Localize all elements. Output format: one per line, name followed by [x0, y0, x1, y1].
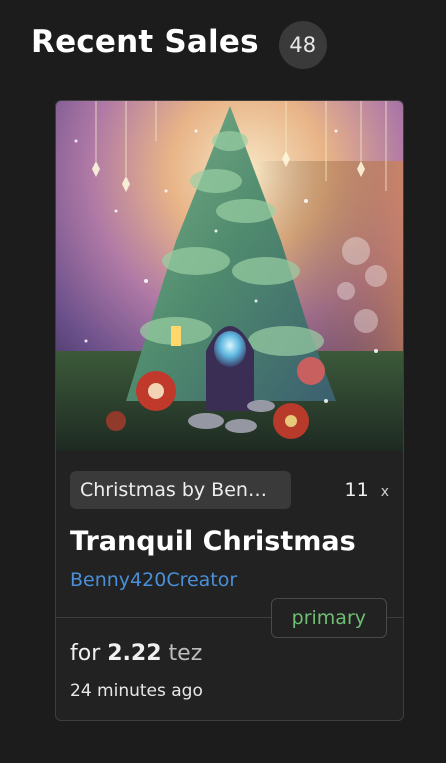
artwork-title[interactable]: Tranquil Christmas — [70, 526, 356, 557]
christmas-tree-artwork — [56, 101, 403, 451]
section-title: Recent Sales — [31, 24, 259, 60]
edition-count: 11 — [344, 479, 369, 501]
price-amount: 2.22 — [107, 641, 162, 666]
artist-link[interactable]: Benny420Creator — [70, 569, 237, 591]
section-header: Recent Sales 48 — [31, 15, 327, 69]
sale-card[interactable]: Christmas by Ben… 11 x Tranquil Christma… — [55, 100, 404, 721]
edition-multiplier: x — [380, 484, 389, 500]
edition-info: 11 x — [345, 479, 389, 501]
price-unit: tez — [168, 641, 203, 666]
collection-chip[interactable]: Christmas by Ben… — [70, 471, 291, 509]
sale-price: for 2.22 tez — [70, 641, 202, 666]
sale-type-badge: primary — [270, 598, 387, 638]
artwork-image[interactable] — [56, 101, 403, 451]
card-meta-row: Christmas by Ben… 11 x — [70, 471, 389, 509]
sales-count-badge: 48 — [278, 21, 327, 69]
sale-time: 24 minutes ago — [70, 681, 203, 701]
price-prefix: for — [70, 641, 101, 666]
